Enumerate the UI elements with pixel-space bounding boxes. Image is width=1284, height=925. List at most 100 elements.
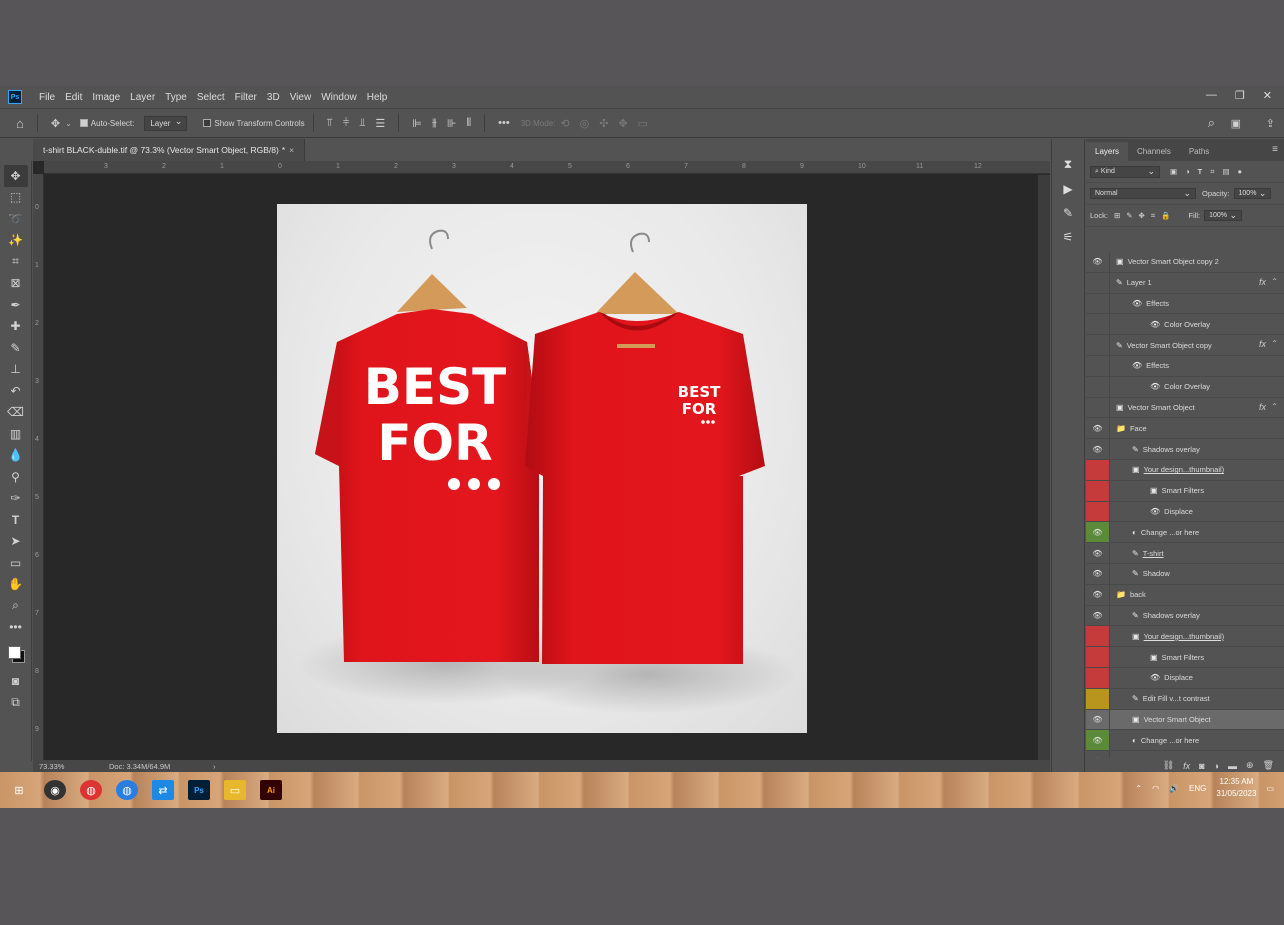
lock-transparent-icon[interactable]: ⊞ (1114, 211, 1120, 220)
tab-channels[interactable]: Channels (1128, 142, 1180, 161)
visibility-toggle[interactable] (1086, 397, 1110, 418)
expand-effects-icon[interactable]: ⌃ (1271, 277, 1278, 286)
align-right-icon[interactable]: ⊪ (447, 117, 457, 130)
menu-help[interactable]: Help (362, 92, 393, 103)
visibility-toggle[interactable] (1086, 293, 1110, 314)
crop-tool-icon[interactable]: ⌗ (4, 251, 28, 273)
visibility-toggle[interactable]: 👁 (1086, 418, 1110, 439)
menu-edit[interactable]: Edit (60, 92, 87, 103)
blend-mode-dropdown[interactable]: Normal (1090, 188, 1196, 199)
photoshop-taskbar-icon[interactable]: Ps (188, 780, 210, 800)
network-icon[interactable]: ◠ (1152, 784, 1159, 793)
eraser-tool-icon[interactable]: ⌫ (4, 402, 28, 424)
visibility-toggle[interactable]: 👁 (1086, 543, 1110, 563)
filter-smart-icon[interactable]: ▤ (1222, 167, 1229, 176)
layer-row[interactable]: 👁 Color Overlay (1086, 314, 1284, 336)
filter-kind-dropdown[interactable]: ⌕ Kind (1090, 165, 1160, 178)
3d-video-icon[interactable]: ▭ (638, 117, 648, 130)
marquee-tool-icon[interactable]: ⬚ (4, 187, 28, 209)
visibility-toggle[interactable] (1086, 459, 1110, 480)
vertical-scrollbar[interactable] (1038, 175, 1050, 760)
frame-tool-icon[interactable]: ⊠ (4, 273, 28, 295)
lasso-tool-icon[interactable]: ➰ (4, 208, 28, 230)
link-layers-icon[interactable]: ⛓ (1163, 760, 1174, 771)
minimize-button[interactable]: — (1206, 89, 1217, 102)
menu-window[interactable]: Window (316, 92, 362, 103)
opacity-input[interactable]: 100% (1233, 188, 1272, 199)
visibility-toggle[interactable]: 👁 (1086, 563, 1110, 584)
visibility-toggle[interactable] (1086, 314, 1110, 335)
auto-select-target-dropdown[interactable]: Layer (144, 115, 188, 131)
layer-row[interactable]: 👁 ▣ Vector Smart Object copy 2 (1086, 252, 1284, 273)
align-hcenter-icon[interactable]: ⫵ (432, 117, 437, 130)
tab-paths[interactable]: Paths (1180, 142, 1218, 161)
menu-view[interactable]: View (285, 92, 317, 103)
history-brush-tool-icon[interactable]: ↶ (4, 380, 28, 402)
visibility-toggle[interactable] (1086, 626, 1110, 647)
quick-mask-icon[interactable]: ◙ (4, 670, 28, 692)
play-actions-icon[interactable]: ▶ (1063, 182, 1072, 196)
brush-tool-icon[interactable]: ✎ (4, 337, 28, 359)
menu-select[interactable]: Select (192, 92, 230, 103)
illustrator-taskbar-icon[interactable]: Ai (260, 780, 282, 800)
3d-roll-icon[interactable]: ◎ (580, 117, 590, 130)
show-transform-checkbox[interactable] (203, 119, 212, 127)
align-top-icon[interactable]: ⫪ (327, 117, 333, 130)
visibility-toggle[interactable] (1086, 667, 1110, 688)
visibility-toggle[interactable]: 👁 (1086, 709, 1110, 730)
color-swatches[interactable] (4, 638, 28, 670)
visibility-toggle[interactable] (1086, 647, 1110, 667)
tray-chevron-icon[interactable]: ⌃ (1135, 784, 1142, 793)
layer-row[interactable]: 👁 Color Overlay (1086, 376, 1284, 398)
canvas-viewport[interactable]: BEST FOR BEST FOR (44, 175, 1038, 760)
lock-artboard-icon[interactable]: ⌗ (1151, 211, 1155, 221)
screen-mode-icon[interactable]: ⧉ (4, 692, 28, 714)
visibility-toggle[interactable]: 👁 (1086, 252, 1110, 272)
layer-row[interactable]: ✎ Layer 1 fx ⌃ (1086, 272, 1284, 294)
visibility-toggle[interactable] (1086, 355, 1110, 376)
align-vcenter-icon[interactable]: ⫩ (343, 117, 349, 130)
layer-row[interactable]: 👁 📁 Face (1086, 418, 1284, 440)
file-transfer-icon[interactable]: ⇄ (152, 780, 174, 800)
layer-row[interactable]: 👁 ▣ Vector Smart Object (1086, 709, 1284, 731)
visibility-toggle[interactable]: 👁 (1086, 522, 1110, 543)
expand-effects-icon[interactable]: ⌃ (1271, 402, 1278, 411)
layer-row[interactable]: ▣ Your design...thumbnail) (1086, 626, 1284, 648)
search-icon[interactable]: ⌕ (1208, 115, 1215, 131)
blur-tool-icon[interactable]: 💧 (4, 445, 28, 467)
layer-row[interactable]: 👁 Effects (1086, 355, 1284, 377)
tab-layers[interactable]: Layers (1086, 142, 1129, 161)
chrome-icon[interactable]: ◍ (80, 780, 102, 800)
auto-select-checkbox[interactable] (79, 119, 88, 127)
fill-input[interactable]: 100% (1204, 210, 1242, 221)
clone-stamp-tool-icon[interactable]: ⊥ (4, 359, 28, 381)
brush-settings-icon[interactable]: ✎ (1063, 206, 1073, 220)
rectangle-tool-icon[interactable]: ▭ (4, 552, 28, 574)
share-icon[interactable]: ⇪ (1266, 117, 1275, 130)
menu-3d[interactable]: 3D (262, 92, 285, 103)
layer-row[interactable]: 👁✎T-shirt (1086, 751, 1284, 758)
edit-toolbar-icon[interactable]: ••• (4, 617, 28, 639)
document-size[interactable]: Doc: 3.34M/64.9M (109, 762, 209, 771)
layer-row[interactable]: ✎ Edit Fill v...t contrast (1086, 688, 1284, 710)
windows-start-icon[interactable]: ⊞ (8, 780, 30, 800)
home-icon[interactable]: ⌂ (16, 116, 24, 131)
visibility-toggle[interactable] (1086, 480, 1110, 501)
history-icon[interactable]: ⧗ (1064, 157, 1072, 172)
layer-row[interactable]: 👁 📁 back (1086, 584, 1284, 606)
panel-menu-icon[interactable]: ≡ (1272, 144, 1278, 155)
restore-button[interactable]: ❐ (1235, 89, 1245, 102)
layer-row[interactable]: ▣ Your design...thumbnail) (1086, 459, 1284, 481)
type-tool-icon[interactable]: T (4, 509, 28, 531)
workspace-icon[interactable]: ▣ (1231, 117, 1241, 130)
status-chevron-icon[interactable]: › (213, 762, 216, 771)
filter-pixel-icon[interactable]: ▣ (1170, 167, 1177, 176)
filter-adjustment-icon[interactable]: ◑ (1185, 167, 1190, 176)
language-indicator[interactable]: ENG (1189, 784, 1206, 793)
menu-image[interactable]: Image (87, 92, 125, 103)
layer-row[interactable]: 👁 ✎ Shadows overlay (1086, 605, 1284, 627)
notifications-icon[interactable]: ▭ (1266, 784, 1274, 793)
filter-toggle-icon[interactable]: ● (1238, 167, 1243, 176)
layer-row[interactable]: 👁✎T-shirt (1086, 543, 1284, 564)
visibility-toggle[interactable] (1086, 272, 1110, 293)
